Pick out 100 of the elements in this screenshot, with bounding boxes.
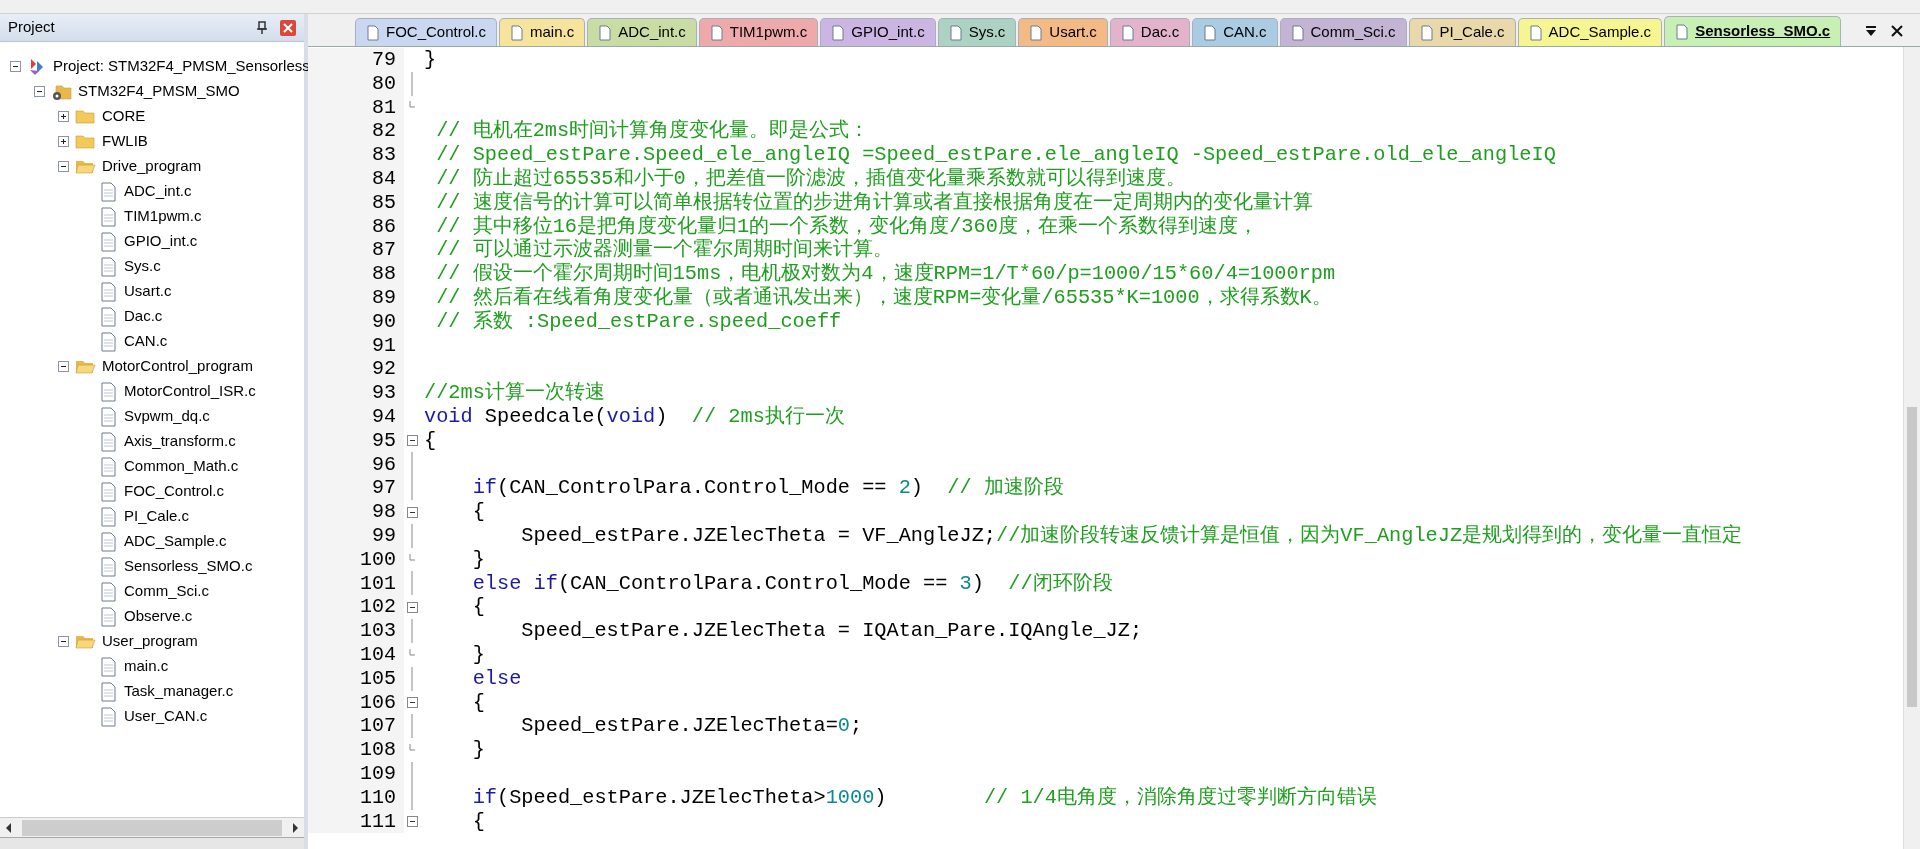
fold-line-icon — [411, 666, 413, 691]
tree-item[interactable]: FWLIB — [102, 130, 148, 153]
line-number: 84 — [308, 167, 404, 191]
tree-item[interactable]: User_CAN.c — [124, 705, 208, 728]
line-number: 85 — [308, 190, 404, 215]
file-tab[interactable]: Comm_Sci.c — [1279, 18, 1407, 46]
line-number: 111 — [308, 809, 404, 834]
scrollbar-thumb[interactable] — [1907, 407, 1917, 707]
code-line: } — [471, 547, 485, 572]
fold-line-icon — [411, 71, 413, 96]
file-tab[interactable]: GPIO_int.c — [820, 18, 936, 46]
file-tab[interactable]: ADC_Sample.c — [1517, 18, 1663, 46]
file-tab[interactable]: Dac.c — [1109, 18, 1191, 46]
tree-item[interactable]: Axis_transform.c — [124, 430, 236, 453]
file-tab[interactable]: TIM1pwm.c — [698, 18, 819, 46]
tree-item[interactable]: Sensorless_SMO.c — [124, 555, 253, 578]
scrollbar-thumb[interactable] — [22, 819, 282, 836]
tree-item[interactable]: Observe.c — [124, 605, 193, 628]
line-number: 110 — [308, 785, 404, 810]
tree-item[interactable]: CAN.c — [124, 330, 168, 353]
code-line: //2ms计算一次转速 — [423, 381, 605, 405]
file-icon — [99, 431, 118, 452]
tree-item[interactable]: ADC_int.c — [124, 180, 192, 203]
file-tab[interactable]: main.c — [499, 18, 586, 46]
line-number: 83 — [308, 143, 404, 167]
code-line: // 假设一个霍尔周期时间15ms，电机极对数为4，速度RPM=1/T*60/p=1000/15*60/4=1000rpm — [435, 262, 1336, 286]
horizontal-scrollbar[interactable] — [0, 817, 304, 837]
file-tab[interactable]: PI_Cale.c — [1408, 18, 1516, 46]
code-line: else — [471, 666, 522, 691]
tree-item[interactable]: Project: STM32F4_PMSM_Sensorless — [53, 55, 310, 78]
tree-item[interactable]: MotorControl_program — [102, 355, 253, 378]
file-icon — [598, 24, 613, 41]
close-icon[interactable] — [1890, 24, 1904, 38]
tree-item[interactable]: Usart.c — [124, 280, 172, 303]
line-number: 106 — [308, 690, 404, 715]
file-tab[interactable]: Sys.c — [937, 18, 1017, 46]
file-icon — [1290, 24, 1305, 41]
collapse-icon — [406, 506, 418, 518]
code-line: Speed_estPare.JZElecTheta=0; — [520, 714, 863, 739]
code-line: { — [471, 809, 485, 834]
file-icon — [366, 24, 380, 41]
tree-item[interactable]: Sys.c — [124, 255, 161, 278]
tree-item[interactable]: GPIO_int.c — [124, 230, 198, 253]
tree-item[interactable]: FOC_Control.c — [124, 480, 225, 503]
file-icon — [1120, 24, 1135, 41]
tree-item[interactable]: Comm_Sci.c — [124, 580, 209, 603]
tree-item[interactable]: User_program — [102, 630, 198, 653]
file-tab[interactable]: Usart.c — [1018, 18, 1108, 46]
collapse-icon — [406, 601, 418, 613]
tree-item[interactable]: Task_manager.c — [124, 680, 234, 703]
tree-item[interactable]: ADC_Sample.c — [124, 530, 227, 553]
code-line: // 可以通过示波器测量一个霍尔周期时间来计算。 — [435, 238, 893, 262]
line-number: 89 — [308, 285, 404, 310]
line-number: 105 — [308, 666, 404, 691]
line-number: 90 — [308, 309, 404, 334]
file-icon — [99, 206, 118, 227]
collapse-icon — [406, 696, 418, 708]
tree-item[interactable]: STM32F4_PMSM_SMO — [78, 80, 240, 103]
tree-item[interactable]: Dac.c — [124, 305, 163, 328]
tree-item[interactable]: main.c — [124, 655, 169, 678]
file-icon — [1675, 23, 1690, 40]
code-line: // Speed_estPare.Speed_ele_angleIQ =Speed_estPare.ele_angleIQ -Speed_estPare.old_ele_angleIQ — [435, 143, 1556, 167]
pin-icon[interactable] — [256, 20, 268, 35]
line-number: 107 — [308, 714, 404, 739]
line-number: 103 — [308, 619, 404, 643]
line-number: 108 — [308, 738, 404, 762]
file-tab[interactable]: Sensorless_SMO.c — [1664, 16, 1842, 46]
tree-item[interactable]: MotorControl_ISR.c — [124, 380, 256, 403]
tree-item[interactable]: Drive_program — [102, 155, 202, 178]
file-icon — [99, 556, 118, 577]
code-line: // 系数 :Speed_estPare.speed_coeff — [435, 309, 842, 334]
file-icon — [99, 581, 118, 602]
file-icon — [99, 231, 118, 252]
line-number: 101 — [308, 571, 404, 596]
file-icon — [99, 381, 118, 402]
line-number: 82 — [308, 119, 404, 144]
code-line: // 速度信号的计算可以简单根据转位置的步进角计算或者直接根据角度在一定周期内的变化量计算 — [435, 190, 1313, 215]
code-line: if(Speed_estPare.JZElecTheta>1000) // 1/4电角度，消除角度过零判断方向错误 — [471, 785, 1377, 810]
file-icon — [99, 481, 118, 502]
dropdown-icon[interactable] — [1864, 24, 1878, 38]
line-number: 87 — [308, 238, 404, 263]
line-number: 104 — [308, 642, 404, 667]
file-tab[interactable]: FOC_Control.c — [355, 18, 498, 46]
code-line: // 然后看在线看角度变化量（或者通讯发出来），速度RPM=变化量/65535*K=1000，求得系数K。 — [435, 285, 1332, 310]
tree-item[interactable]: PI_Cale.c — [124, 505, 190, 528]
file-tab[interactable]: CAN.c — [1192, 18, 1278, 46]
tree-item[interactable]: CORE — [102, 105, 146, 128]
code-line: { — [471, 500, 485, 524]
tree-item[interactable]: Common_Math.c — [124, 455, 239, 478]
code-line: } — [471, 738, 485, 762]
file-icon — [99, 306, 118, 327]
vertical-scrollbar[interactable] — [1903, 47, 1920, 849]
file-icon — [99, 531, 118, 552]
file-icon — [99, 331, 118, 352]
code-line: { — [423, 428, 437, 453]
line-number: 81 — [308, 95, 404, 120]
file-tab[interactable]: ADC_int.c — [587, 18, 697, 46]
tree-item[interactable]: Svpwm_dq.c — [124, 405, 210, 428]
line-number: 93 — [308, 381, 404, 405]
tree-item[interactable]: TIM1pwm.c — [124, 205, 202, 228]
